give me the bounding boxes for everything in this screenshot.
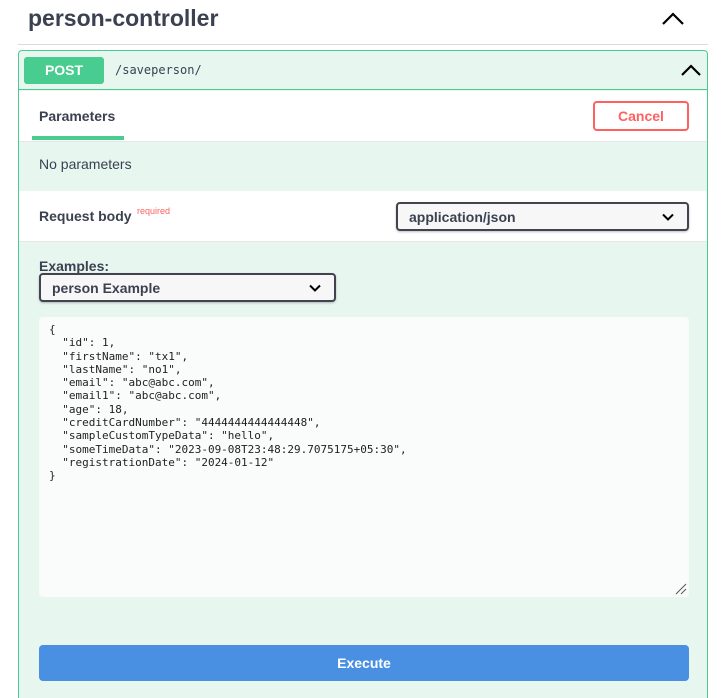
- resize-handle-icon[interactable]: [675, 583, 687, 595]
- operation-block: POST /saveperson/ Parameters Cancel No p…: [18, 50, 708, 698]
- method-badge: POST: [24, 57, 104, 84]
- chevron-down-icon: [309, 284, 321, 292]
- operation-summary[interactable]: POST /saveperson/: [19, 51, 707, 90]
- no-parameters-text: No parameters: [39, 156, 132, 172]
- tab-active-indicator: [32, 136, 124, 140]
- chevron-up-icon[interactable]: [658, 8, 688, 30]
- tag-title: person-controller: [28, 5, 219, 31]
- examples-label: Examples:: [39, 258, 110, 274]
- parameters-header: Parameters Cancel: [19, 91, 707, 142]
- tab-parameters[interactable]: Parameters: [39, 108, 115, 124]
- examples-select[interactable]: person Example: [39, 273, 336, 302]
- request-body-editor[interactable]: { "id": 1, "firstName": "tx1", "lastName…: [39, 317, 689, 597]
- tag-header[interactable]: person-controller: [18, 0, 708, 45]
- execute-button[interactable]: Execute: [39, 645, 689, 681]
- required-marker: required: [137, 206, 171, 216]
- content-type-select[interactable]: application/json: [396, 202, 689, 231]
- chevron-down-icon: [662, 213, 674, 221]
- request-body-label: Request body: [39, 208, 132, 224]
- content-type-value: application/json: [409, 209, 516, 225]
- request-body-header: Request body required application/json: [19, 191, 707, 242]
- operation-path: /saveperson/: [115, 63, 202, 77]
- examples-value: person Example: [52, 280, 161, 296]
- cancel-button[interactable]: Cancel: [593, 101, 689, 131]
- chevron-up-icon[interactable]: [679, 60, 703, 80]
